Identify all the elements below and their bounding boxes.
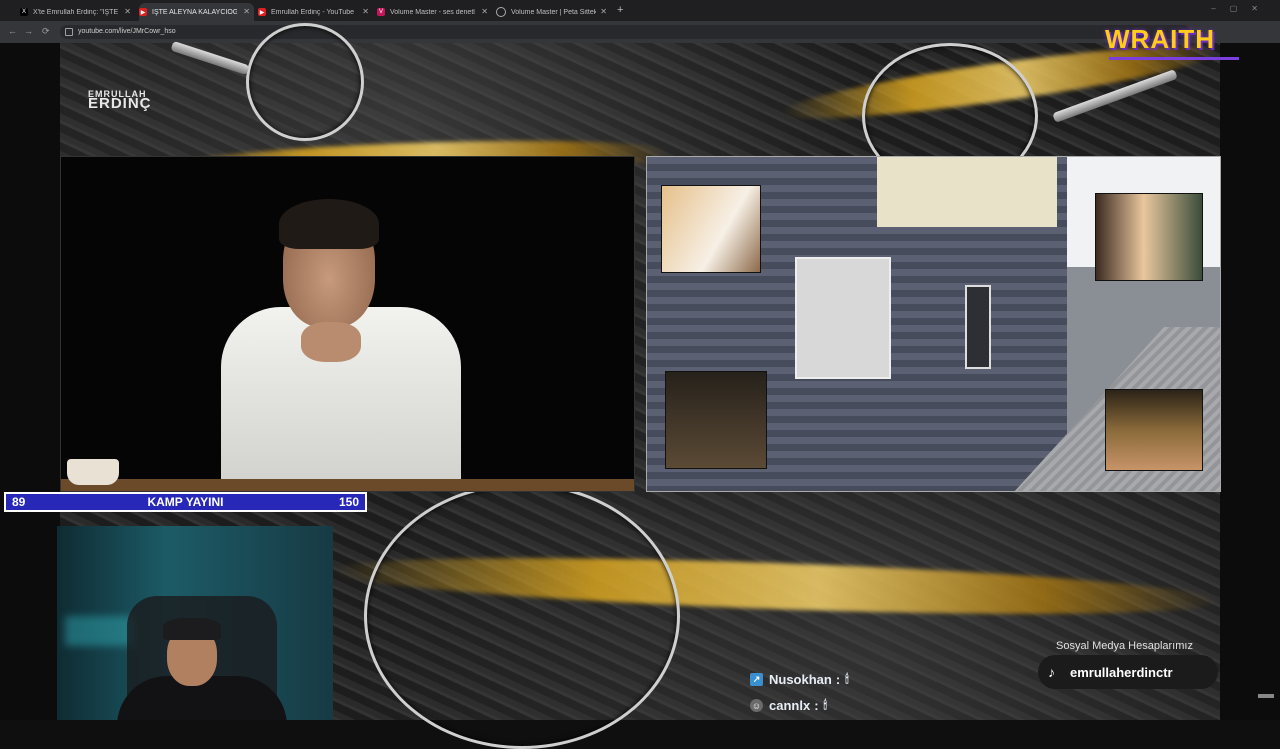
sponsor-logo: WRAITH [1105, 24, 1243, 60]
tab-youtube-channel[interactable]: ▶ Emrullah Erdinç - YouTube ✕ [258, 3, 373, 21]
logo-underline [1109, 57, 1239, 60]
youtube-icon: ▶ [258, 8, 266, 16]
social-media-label: Sosyal Medya Hesaplarımız [1056, 640, 1193, 652]
inset-photo-man-smiling [1105, 389, 1203, 471]
new-tab-button[interactable]: + [617, 4, 623, 16]
chat-badge-icon: ↗ [750, 673, 763, 686]
chat-message: ↗ Nusokhan : 🕯 [750, 672, 849, 687]
tab-volume-master[interactable]: V Volume Master - ses denetleyici ✕ [377, 3, 492, 21]
host-video-panel [60, 156, 635, 492]
youtube-icon: ▶ [139, 8, 147, 16]
tab-youtube-live[interactable]: ▶ İŞTE ALEYNA KALAYCIOĞLU ✕ [139, 3, 254, 21]
tab-volume-master-site[interactable]: Volume Master | Peta Sittek ✕ [496, 3, 611, 21]
back-icon[interactable]: ← [8, 26, 17, 36]
streamer-cap [163, 618, 221, 640]
magnifier-lens [246, 23, 364, 141]
close-tab-icon[interactable]: ✕ [481, 7, 488, 16]
logo-bottom-text: ERDINÇ [88, 95, 152, 112]
tiktok-handle: emrullaherdinctr [1070, 664, 1173, 680]
building-upper-floor [877, 157, 1057, 227]
led-shelf [65, 616, 135, 646]
chat-message: ☺ cannlx : 🕯 [750, 698, 827, 713]
barred-window [795, 257, 891, 379]
inset-photo-group [1095, 193, 1203, 281]
streamer-webcam [57, 526, 333, 720]
ticker-title: KAMP YAYINI [147, 495, 224, 509]
street-photo-panel [646, 156, 1221, 492]
chat-username: cannlx [769, 698, 811, 713]
inset-photo-man [665, 371, 767, 469]
inset-photo-two-women [661, 185, 761, 273]
magnifier-lens [364, 483, 680, 749]
candle-emoji-icon: 🕯 [845, 672, 849, 686]
tiktok-handle-pill: ♪ emrullaherdinctr [1038, 655, 1218, 689]
close-tab-icon[interactable]: ✕ [124, 7, 131, 16]
player-settings-icon[interactable] [1258, 694, 1274, 698]
candle-emoji-icon: 🕯 [823, 698, 827, 712]
ticker-left-number: 89 [12, 495, 26, 509]
channel-logo: EMRULLAH ERDINÇ [88, 90, 166, 114]
host-hand [301, 322, 361, 362]
close-tab-icon[interactable]: ✕ [600, 7, 607, 16]
globe-icon [496, 7, 506, 17]
coffee-cup [67, 459, 119, 485]
forward-icon[interactable]: → [24, 26, 33, 36]
stream-ticker-bar: 89 KAMP YAYINI 150 [4, 492, 367, 512]
volume-master-icon: V [377, 8, 385, 16]
close-tab-icon[interactable]: ✕ [243, 7, 250, 16]
tiktok-icon: ♪ [1048, 664, 1055, 680]
chat-separator: : [835, 672, 841, 687]
reload-icon[interactable]: ⟳ [42, 26, 50, 37]
ticker-right-number: 150 [338, 495, 359, 509]
chat-separator: : [814, 698, 819, 713]
x-icon: X [20, 8, 28, 16]
sponsor-logo-text: WRAITH [1105, 24, 1215, 54]
url-input[interactable]: youtube.com/live/JMrCowr_hso [60, 25, 1190, 39]
close-tab-icon[interactable]: ✕ [362, 7, 369, 16]
browser-tab-strip: X X'te Emrullah Erdinç: "İŞTE ALEYNA ✕ ▶… [0, 0, 1280, 21]
desk [61, 479, 634, 491]
window-controls[interactable]: –▢✕ [1211, 4, 1272, 13]
tab-x-post[interactable]: X X'te Emrullah Erdinç: "İŞTE ALEYNA ✕ [20, 3, 135, 21]
host-hair [279, 199, 379, 249]
chat-avatar-icon: ☺ [750, 699, 763, 712]
site-info-icon[interactable] [65, 28, 73, 36]
door [965, 285, 991, 369]
chat-username: Nusokhan [769, 672, 832, 687]
address-bar: ← → ⟳ youtube.com/live/JMrCowr_hso [0, 21, 1280, 43]
